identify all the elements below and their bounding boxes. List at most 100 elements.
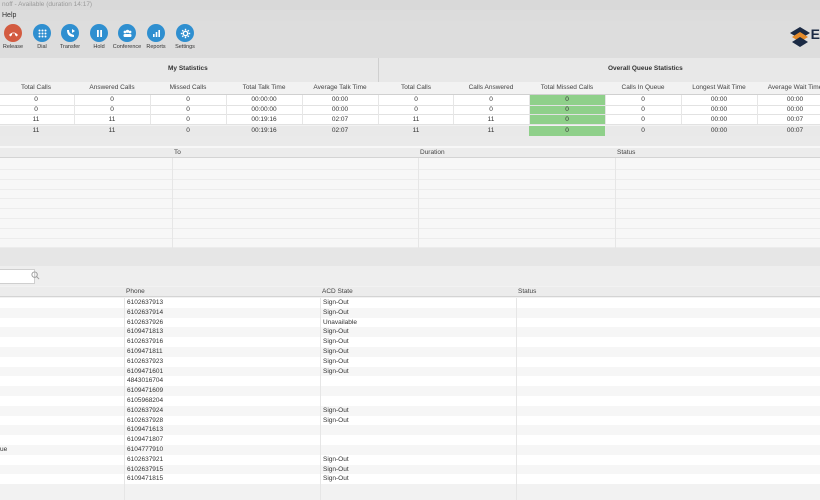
menu-help[interactable]: Help: [2, 12, 16, 19]
row-divider: [0, 104, 820, 106]
agent-row[interactable]: 6102637921 Sign-Out: [0, 454, 820, 465]
panel-splitter: [0, 248, 820, 266]
agent-row[interactable]: 6109471807: [0, 435, 820, 445]
search-icon[interactable]: [31, 271, 40, 280]
calls-col-duration[interactable]: Duration: [420, 148, 445, 157]
agent-acd-state: Sign-Out: [323, 328, 349, 336]
agent-row[interactable]: 6102637913 Sign-Out: [0, 298, 820, 308]
toolbar-button-label: Release: [2, 44, 24, 50]
agent-phone: 6102637916: [127, 338, 164, 346]
agent-acd-state: Sign-Out: [323, 406, 349, 414]
agents-col-acd-state[interactable]: ACD State: [322, 287, 353, 296]
stats-row: 11 11 0 00:19:16 02:07 11 11 0 0 00:00 00:07: [0, 114, 820, 124]
stats-cell: 11: [487, 115, 495, 123]
transfer-button[interactable]: Transfer: [55, 24, 85, 50]
stats-cell: 11: [32, 127, 40, 134]
stats-cell: 0: [489, 96, 493, 103]
company-logo-icon: [790, 27, 810, 47]
stats-col-header: Total Calls: [401, 84, 431, 91]
agent-phone: 6104777910: [127, 446, 164, 453]
stats-cell: 00:00:00: [251, 96, 277, 103]
stats-cell: 00:19:16: [251, 115, 277, 123]
agent-row[interactable]: 4843016704: [0, 376, 820, 387]
stats-cell: 0: [641, 127, 645, 134]
calls-row-line: [0, 237, 820, 239]
calls-row-line: [0, 227, 820, 229]
transfer-icon: [66, 28, 75, 37]
agent-row[interactable]: 6109471811 Sign-Out: [0, 347, 820, 357]
stats-cell: 11: [32, 115, 40, 123]
stats-cell: 00:00: [786, 96, 804, 103]
agent-row[interactable]: 6105968204: [0, 396, 820, 406]
agent-row[interactable]: 6102637928 Sign-Out: [0, 415, 820, 426]
agent-row[interactable]: 6109471613: [0, 425, 820, 436]
agents-col-phone[interactable]: Phone: [126, 287, 145, 296]
stats-cell: 02:07: [331, 115, 349, 123]
stats-col-header: Average Talk Time: [313, 84, 367, 91]
column-divider: [529, 95, 530, 124]
agent-phone: 6102637915: [127, 465, 164, 473]
agent-row[interactable]: 6109471609: [0, 386, 820, 396]
hold-button[interactable]: Hold: [84, 24, 114, 50]
stats-cell: 00:00: [710, 127, 728, 134]
agent-phone: 6109471815: [127, 475, 164, 483]
release-button[interactable]: Release: [0, 24, 28, 50]
agent-row[interactable]: ue 6104777910: [0, 445, 820, 455]
my-statistics-title: My Statistics: [168, 65, 208, 72]
stats-cell: 00:00: [710, 96, 728, 103]
toolbar-button-label: Settings: [175, 44, 195, 50]
calls-row-line: [0, 208, 820, 210]
stats-cell: 00:07: [786, 127, 804, 134]
agent-row[interactable]: 6109471601 Sign-Out: [0, 366, 820, 377]
gear-icon: [180, 28, 190, 38]
stats-divider: [378, 58, 379, 82]
calls-grid-header: To Duration Status: [0, 148, 820, 158]
dialpad-icon: [38, 29, 46, 37]
column-divider: [302, 95, 303, 124]
agent-row[interactable]: 6102637926 Unavailable: [0, 317, 820, 328]
stats-col-header: Calls In Queue: [621, 84, 665, 91]
stats-cell: 00:19:16: [251, 127, 277, 134]
dial-button[interactable]: Dial: [27, 24, 57, 50]
agent-row[interactable]: 6109471813 Sign-Out: [0, 327, 820, 338]
column-divider: [453, 95, 454, 124]
stats-col-header: Total Missed Calls: [540, 84, 594, 91]
calls-col-status[interactable]: Status: [617, 148, 635, 157]
agent-search-input[interactable]: [0, 269, 35, 284]
agents-col-status[interactable]: Status: [518, 287, 536, 296]
agent-row[interactable]: 6102637923 Sign-Out: [0, 356, 820, 367]
conference-button[interactable]: Conference: [112, 24, 142, 50]
settings-button[interactable]: Settings: [170, 24, 200, 50]
column-divider: [150, 95, 151, 124]
agent-row[interactable]: 6102637915 Sign-Out: [0, 464, 820, 475]
agent-acd-state: Unavailable: [323, 318, 357, 326]
stats-cell: 0: [414, 96, 418, 103]
stats-cell: 00:00: [331, 96, 349, 103]
calls-row-line: [0, 218, 820, 219]
stats-cell: 00:07: [786, 115, 804, 123]
hold-icon: [96, 29, 102, 37]
agent-phone: 6102637914: [127, 308, 164, 316]
agent-row[interactable]: 6102637916 Sign-Out: [0, 337, 820, 347]
agent-row[interactable]: 6109471815 Sign-Out: [0, 474, 820, 485]
stats-cell: 0: [641, 115, 645, 123]
agent-acd-state: Sign-Out: [323, 455, 349, 463]
stats-col-header: Missed Calls: [169, 84, 207, 91]
agent-acd-state: Sign-Out: [323, 338, 349, 346]
toolbar: Release Dial Transfer Hold Conference Reports…: [0, 21, 820, 59]
stats-totals-row: 11 11 0 00:19:16 02:07 11 11 0 0 00:00 00:07: [0, 126, 820, 136]
reports-icon: [152, 29, 160, 37]
my-statistics-header: My Statistics: [0, 58, 378, 82]
agent-row[interactable]: 6102637924 Sign-Out: [0, 405, 820, 416]
logo-text: E: [810, 26, 820, 42]
agent-phone: 6109471609: [127, 387, 164, 395]
agent-row[interactable]: 6102637914 Sign-Out: [0, 307, 820, 318]
calls-col-to[interactable]: To: [174, 148, 181, 157]
column-divider: [226, 95, 227, 124]
column-divider: [605, 95, 606, 124]
agent-acd-state: Sign-Out: [323, 416, 349, 424]
calls-row-line: [0, 178, 820, 180]
reports-button[interactable]: Reports: [141, 24, 171, 50]
toolbar-button-label: Reports: [146, 44, 166, 50]
agent-phone: 6109471613: [127, 426, 164, 434]
